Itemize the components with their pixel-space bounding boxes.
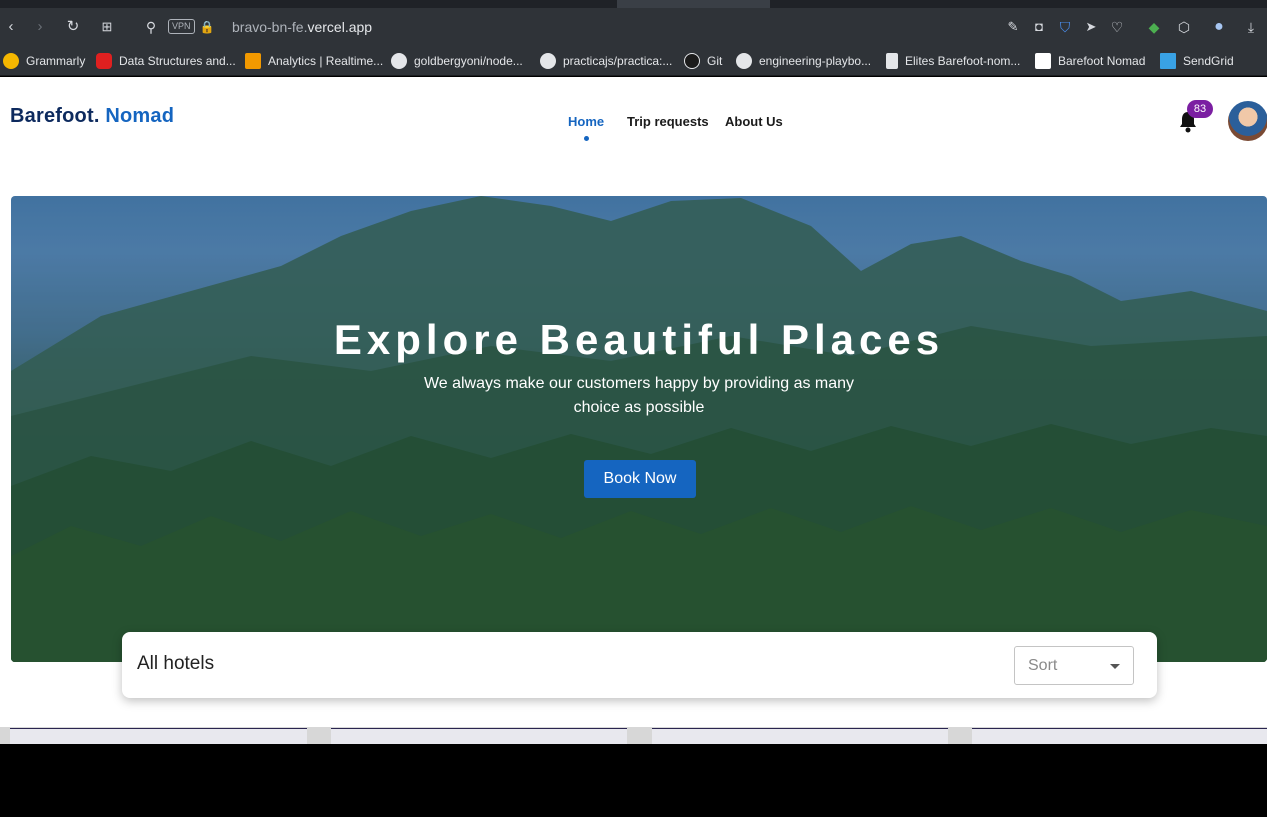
logo-part1: Barefoot.: [10, 105, 100, 127]
bookmark-git[interactable]: Git: [684, 52, 722, 70]
active-tab[interactable]: [617, 0, 770, 8]
bookmark-label: Grammarly: [26, 54, 86, 68]
hotel-card[interactable]: [652, 728, 948, 744]
send-icon[interactable]: ➤: [1080, 16, 1102, 38]
bookmark-barefoot-nomad[interactable]: Barefoot Nomad: [1035, 52, 1145, 70]
bookmark-label: Barefoot Nomad: [1058, 54, 1146, 68]
nav-trip-requests[interactable]: Trip requests: [627, 114, 709, 129]
site-logo[interactable]: Barefoot. Nomad: [10, 105, 174, 128]
github-icon: [540, 53, 556, 69]
browser-tab-strip: [0, 0, 1267, 8]
download-icon[interactable]: ⤓: [1240, 16, 1262, 38]
hero-title: Explore Beautiful Places: [333, 316, 945, 363]
search-icon[interactable]: ⚲: [140, 16, 162, 38]
shield-icon[interactable]: ⛉: [1054, 16, 1076, 38]
heart-icon[interactable]: ♡: [1106, 16, 1128, 38]
browser-toolbar: ‹ › ↻ ⊞ ⚲ VPN 🔒 bravo-bn-fe.vercel.app ✎…: [0, 8, 1267, 46]
grammarly-icon: [3, 53, 19, 69]
bookmark-analytics[interactable]: Analytics | Realtime...: [245, 52, 383, 70]
hotel-card[interactable]: [10, 728, 307, 744]
profile-icon[interactable]: ●: [1208, 16, 1230, 38]
hero-banner: Explore Beautiful Places We always make …: [11, 196, 1267, 662]
youtube-icon: [96, 53, 112, 69]
vpn-badge[interactable]: VPN: [168, 19, 195, 34]
hero-subtitle-line1: We always make our customers happy by pr…: [423, 375, 855, 392]
nav-home[interactable]: Home: [568, 114, 604, 129]
bookmark-label: Elites Barefoot-nom...: [905, 54, 1021, 68]
extension-icon[interactable]: ◆: [1143, 16, 1165, 38]
hotels-filter-card: All hotels Sort: [122, 632, 1157, 698]
bookmark-practicajs[interactable]: practicajs/practica:...: [540, 52, 672, 70]
bookmark-label: practicajs/practica:...: [563, 54, 673, 68]
bookmarks-bar: Grammarly Data Structures and... Analyti…: [0, 46, 1267, 76]
avatar[interactable]: [1228, 101, 1267, 141]
url-host-prefix: bravo-bn-fe.: [232, 19, 308, 35]
sendgrid-icon: [1160, 53, 1176, 69]
reload-icon[interactable]: ↻: [62, 16, 84, 38]
bookmark-label: Git: [707, 54, 723, 68]
active-nav-indicator: [584, 136, 589, 141]
bookmark-engineering-playbook[interactable]: engineering-playbo...: [736, 52, 871, 70]
hero-subtitle: We always make our customers happy by pr…: [389, 372, 889, 420]
address-bar[interactable]: bravo-bn-fe.vercel.app: [232, 18, 372, 36]
bookmark-label: Analytics | Realtime...: [268, 54, 384, 68]
bookmark-sendgrid[interactable]: SendGrid: [1160, 52, 1234, 70]
url-host-domain: vercel.app: [307, 19, 373, 35]
bookmark-grammarly[interactable]: Grammarly: [3, 52, 85, 70]
analytics-icon: [245, 53, 261, 69]
edit-icon[interactable]: ✎: [1002, 16, 1024, 38]
bookmark-elites-barefoot[interactable]: Elites Barefoot-nom...: [886, 52, 1020, 70]
git-icon: [684, 53, 700, 69]
section-title: All hotels: [137, 653, 215, 674]
back-icon[interactable]: ‹: [0, 16, 22, 38]
hotel-card[interactable]: [331, 728, 627, 744]
mountain-landscape-image: [11, 196, 1267, 662]
web-page: Barefoot. Nomad Home Trip requests About…: [0, 77, 1267, 744]
bookmark-label: goldbergyoni/node...: [414, 54, 523, 68]
bn-icon: [1035, 53, 1051, 69]
bookmark-data-structures[interactable]: Data Structures and...: [96, 52, 236, 70]
github-icon: [391, 53, 407, 69]
cube-icon[interactable]: ⬡: [1173, 16, 1195, 38]
sort-label: Sort: [1028, 657, 1058, 674]
logo-part2: Nomad: [105, 105, 175, 127]
caret-down-icon: [1110, 664, 1120, 669]
book-now-button[interactable]: Book Now: [584, 460, 696, 498]
camera-icon[interactable]: ◘: [1028, 16, 1050, 38]
github-icon: [736, 53, 752, 69]
tabs-grid-icon[interactable]: ⊞: [96, 16, 118, 38]
hotel-card[interactable]: [972, 728, 1267, 744]
notification-badge: 83: [1187, 100, 1213, 118]
nav-about-us[interactable]: About Us: [725, 114, 783, 129]
sort-select[interactable]: Sort: [1014, 646, 1134, 685]
bookmark-label: Data Structures and...: [119, 54, 236, 68]
hero-subtitle-line2: choice as possible: [573, 399, 705, 416]
forward-icon[interactable]: ›: [29, 16, 51, 38]
document-icon: [886, 53, 898, 69]
bookmark-label: engineering-playbo...: [759, 54, 872, 68]
bookmark-goldbergyoni[interactable]: goldbergyoni/node...: [391, 52, 523, 70]
bookmark-label: SendGrid: [1183, 54, 1234, 68]
lock-icon[interactable]: 🔒: [196, 16, 218, 38]
